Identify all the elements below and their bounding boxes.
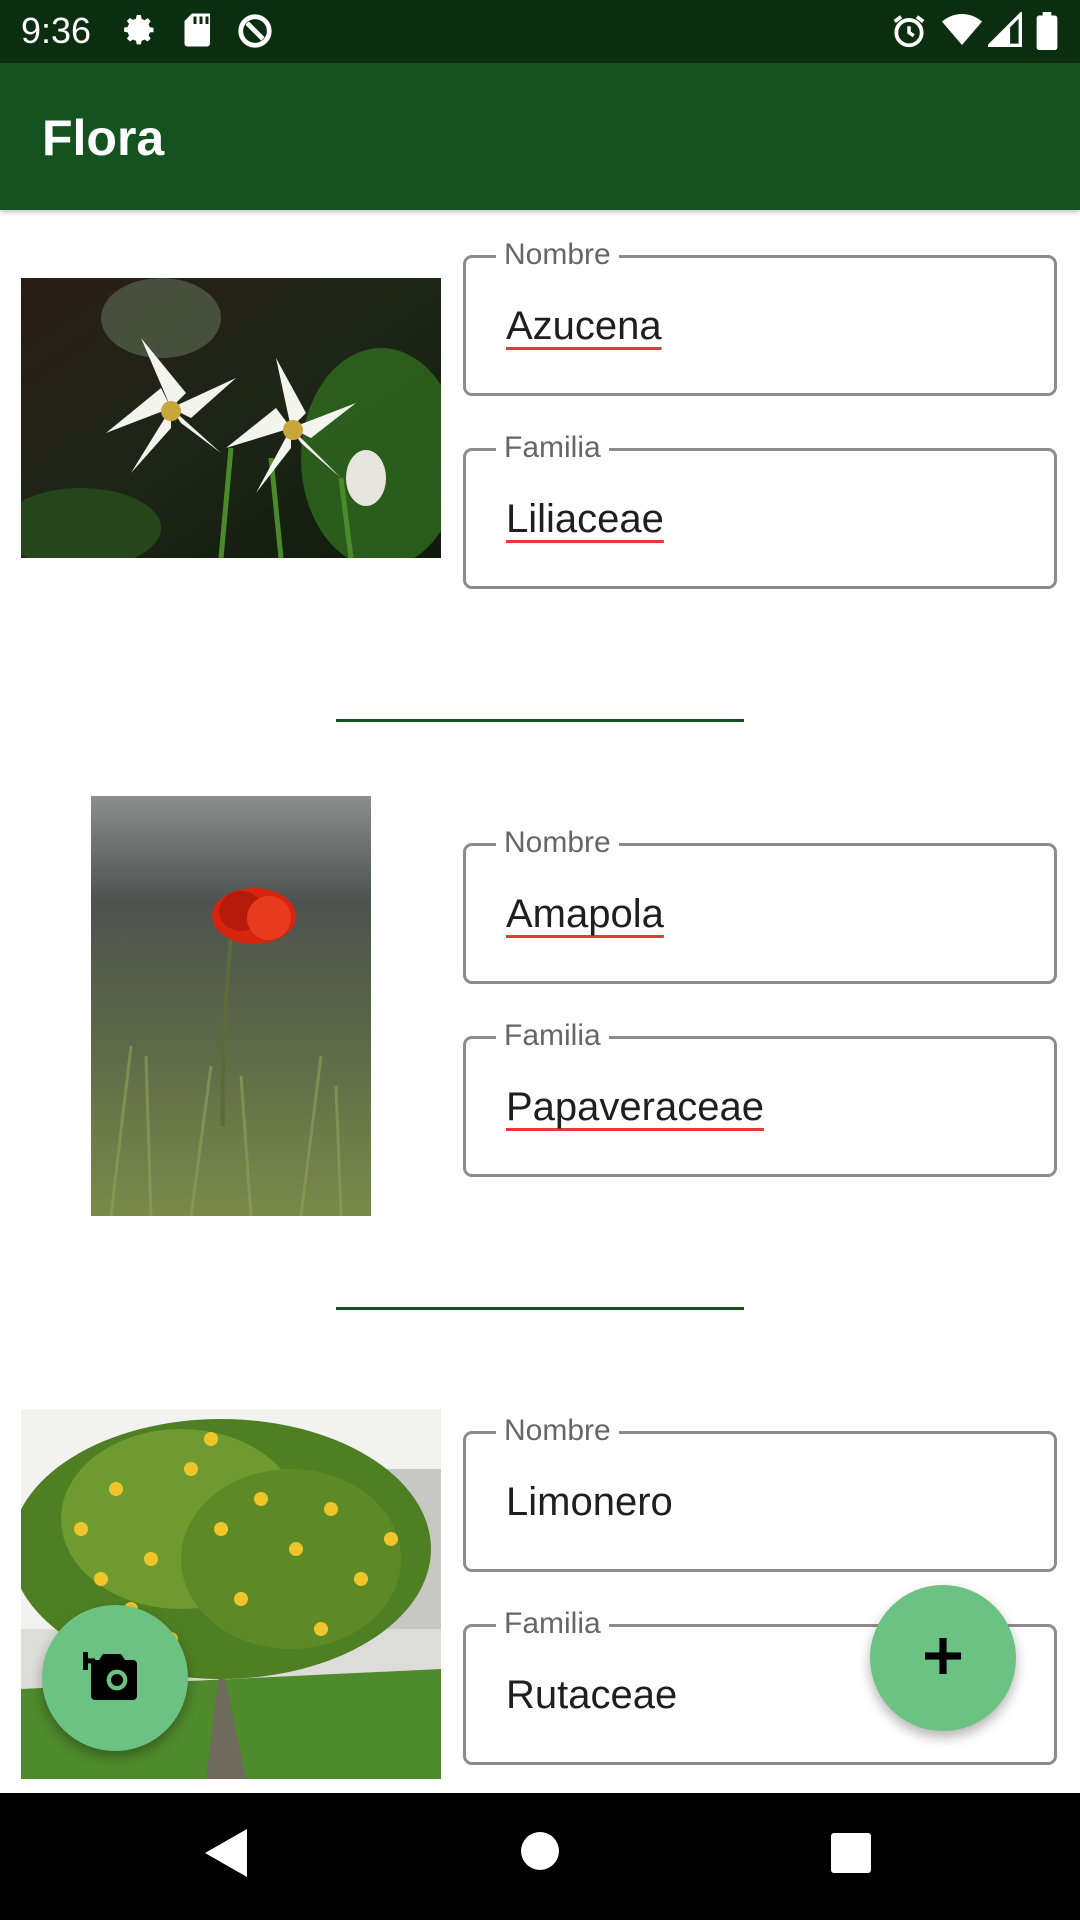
data-saver-icon [236,12,274,55]
name-field[interactable]: Nombre Azucena [463,236,1057,396]
sd-card-icon [182,12,214,53]
plant-photo-lily[interactable] [21,278,441,558]
add-button[interactable] [870,1585,1016,1731]
recents-icon[interactable] [831,1833,871,1878]
family-field-label: Familia [496,1017,609,1055]
white-lily-photo [21,278,441,558]
item-divider [336,1307,744,1310]
home-icon[interactable] [520,1831,560,1876]
back-icon[interactable] [203,1827,249,1884]
name-field-label: Nombre [496,824,619,862]
name-field-value: Azucena [506,304,662,348]
status-bar: 9:36 [0,0,1080,63]
plant-list[interactable]: Nombre Azucena Familia Liliaceae Nombre … [0,210,1080,1793]
family-field-value: Rutaceae [506,1673,678,1717]
wifi-icon [942,12,982,53]
plant-photo-poppy[interactable] [91,796,371,1216]
add-photo-camera-icon [77,1648,147,1709]
name-field[interactable]: Nombre Amapola [463,824,1057,984]
family-field[interactable]: Familia Liliaceae [463,429,1057,589]
family-field-value: Papaveraceae [506,1085,764,1129]
app-title: Flora [42,110,165,166]
name-field-label: Nombre [496,236,619,274]
red-poppy-photo [91,796,371,1216]
family-field-value: Liliaceae [506,497,664,541]
cell-signal-icon [985,10,1022,53]
name-field-label: Nombre [496,1412,619,1450]
family-field[interactable]: Familia Papaveraceae [463,1017,1057,1177]
family-field-label: Familia [496,1605,609,1643]
family-field-label: Familia [496,429,609,467]
name-field[interactable]: Nombre Limonero [463,1412,1057,1572]
battery-icon [1036,12,1058,55]
app-bar: Flora [0,63,1080,210]
settings-gear-icon [122,12,158,53]
status-time: 9:36 [21,10,92,51]
name-field-value: Amapola [506,892,664,936]
alarm-icon [890,12,928,55]
navigation-bar [0,1793,1080,1920]
plus-icon [923,1636,963,1681]
item-divider [336,719,744,722]
name-field-value: Limonero [506,1480,673,1524]
add-photo-button[interactable] [42,1605,188,1751]
